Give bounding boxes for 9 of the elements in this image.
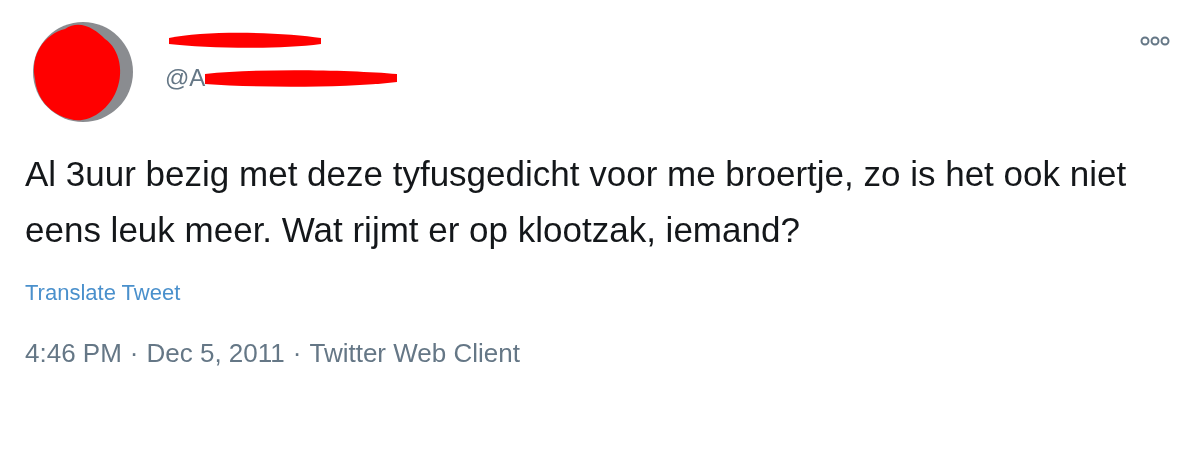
tweet-time: 4:46 PM bbox=[25, 338, 122, 369]
tweet-text: Al 3uur bezig met deze tyfusgedicht voor me broertje, zo is het ook niet eens leuk meer. Wat rijmt er op klootzak, iemand? bbox=[25, 153, 1128, 251]
translate-link[interactable]: Translate Tweet bbox=[25, 280, 181, 306]
more-options-icon[interactable] bbox=[1140, 36, 1170, 46]
user-handle: @A bbox=[165, 64, 206, 92]
tweet-date: Dec 5, 2011 bbox=[146, 338, 285, 369]
separator-dot: · bbox=[129, 338, 139, 369]
separator-dot: · bbox=[292, 338, 302, 369]
tweet-source[interactable]: Twitter Web Client bbox=[309, 338, 520, 369]
